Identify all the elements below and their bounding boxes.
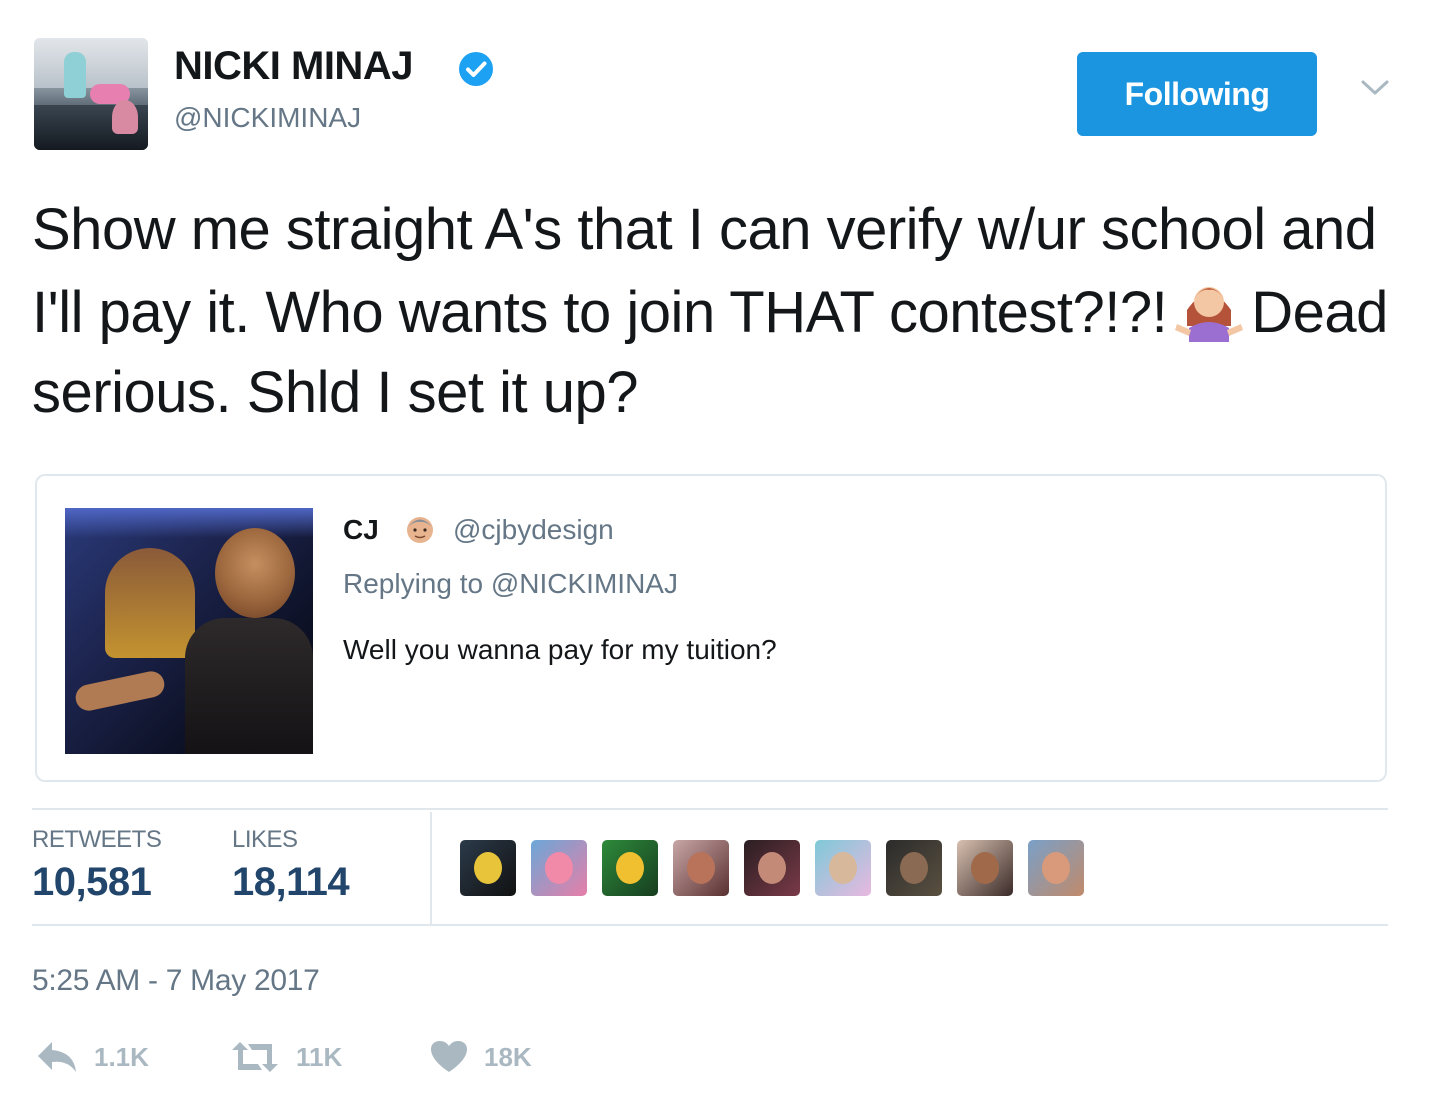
liker-face: [758, 852, 786, 884]
quoted-gif-thumbnail[interactable]: [65, 508, 313, 754]
thumbnail-woman-left: [105, 548, 195, 658]
author-handle[interactable]: @NICKIMINAJ: [174, 102, 361, 134]
liker-avatar[interactable]: [602, 840, 658, 896]
reply-icon: [38, 1042, 76, 1072]
stats-bottom-divider: [32, 924, 1388, 926]
thumbnail-pointing-hand: [73, 668, 167, 714]
liker-face: [1042, 852, 1070, 884]
person-shrugging-emoji: [1175, 287, 1244, 342]
quoted-author-handle[interactable]: @cjbydesign: [453, 514, 614, 546]
verified-badge-icon: [459, 52, 493, 86]
liker-face: [474, 852, 502, 884]
replying-to-text: Replying to @NICKIMINAJ: [343, 568, 678, 599]
liker-avatar[interactable]: [815, 840, 871, 896]
avatar-figure: [64, 52, 86, 98]
liker-face: [971, 852, 999, 884]
reply-count: 1.1K: [94, 1041, 149, 1072]
tweet-timestamp[interactable]: 5:25 AM - 7 May 2017: [32, 964, 320, 998]
quoted-tweet-text: Well you wanna pay for my tuition?: [343, 634, 777, 665]
thumbnail-light: [65, 508, 313, 538]
thumbnail-woman-body: [185, 618, 313, 754]
tweet-text: Show me straight A's that I can verify w…: [32, 190, 1392, 433]
likes-count[interactable]: 18,114: [232, 860, 350, 905]
chevron-down-icon[interactable]: [1360, 78, 1390, 98]
avatar-sky: [34, 38, 148, 89]
liker-avatar[interactable]: [1028, 840, 1084, 896]
retweet-icon: [232, 1042, 278, 1072]
likes-label[interactable]: LIKES: [232, 826, 298, 854]
liker-face: [900, 852, 928, 884]
man-emoji: [407, 517, 433, 543]
liker-face: [829, 852, 857, 884]
stats-top-divider: [32, 808, 1388, 810]
stats-vertical-divider: [430, 812, 432, 924]
quoted-tweet-card[interactable]: CJ @cjbydesign Replying to @NICKIMINAJ W…: [35, 474, 1387, 782]
liker-avatar[interactable]: [460, 840, 516, 896]
liker-avatar[interactable]: [531, 840, 587, 896]
heart-icon: [431, 1041, 467, 1072]
avatar-girl: [112, 100, 138, 134]
liker-face: [687, 852, 715, 884]
reply-action[interactable]: 1.1K: [36, 1040, 149, 1074]
like-count: 18K: [484, 1041, 532, 1072]
liker-face: [545, 852, 573, 884]
retweet-action[interactable]: 11K: [230, 1040, 342, 1074]
retweets-count[interactable]: 10,581: [32, 860, 152, 905]
liker-avatar[interactable]: [744, 840, 800, 896]
liker-avatar[interactable]: [886, 840, 942, 896]
liker-face: [616, 852, 644, 884]
following-button[interactable]: Following: [1077, 52, 1317, 136]
retweet-count: 11K: [296, 1041, 343, 1072]
liker-avatar[interactable]: [957, 840, 1013, 896]
author-name[interactable]: NICKI MINAJ: [174, 44, 413, 89]
like-action[interactable]: 18K: [430, 1040, 532, 1074]
quoted-author-name[interactable]: CJ: [343, 514, 379, 546]
author-avatar[interactable]: [34, 38, 148, 150]
liker-avatar[interactable]: [673, 840, 729, 896]
retweets-label[interactable]: RETWEETS: [32, 826, 162, 854]
likers-avatar-row: [460, 840, 1084, 896]
thumbnail-woman-face: [215, 528, 295, 618]
